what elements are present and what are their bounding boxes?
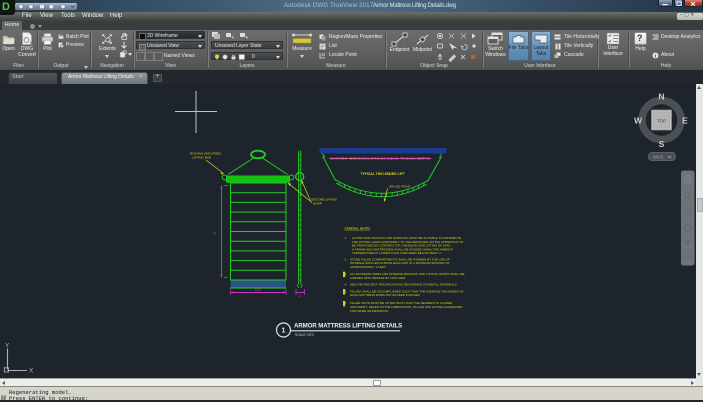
svg-text:SCALE: NTS: SCALE: NTS <box>295 333 314 337</box>
svg-text:E: E <box>682 116 688 126</box>
svg-text:TOP: TOP <box>657 119 666 124</box>
svg-text:9": 9" <box>299 295 302 299</box>
svg-text:TEMPERATURE IS LOWER THAN 0 DE: TEMPERATURE IS LOWER THAN 0 DEGREES BELO… <box>352 251 443 255</box>
svg-text:SEE THE PROJECT SPECIFICATIONS: SEE THE PROJECT SPECIFICATIONS REGARDING… <box>350 283 458 287</box>
svg-text:8': 8' <box>213 231 217 234</box>
svg-text:ARMOR MATTRESS LIFTING DETAILS: ARMOR MATTRESS LIFTING DETAILS <box>294 323 402 330</box>
svg-text:X: X <box>29 368 34 375</box>
svg-text:W: W <box>634 116 643 126</box>
svg-text:SPLICE POINT: SPLICE POINT <box>389 185 410 189</box>
svg-text:WCS: WCS <box>653 155 663 160</box>
svg-text:GENERAL NOTES: GENERAL NOTES <box>345 226 371 230</box>
svg-text:APPROXIMATELY 4 FEET.: APPROXIMATELY 4 FEET. <box>350 265 387 269</box>
svg-text:S: S <box>659 139 665 149</box>
svg-text:1: 1 <box>282 328 286 335</box>
svg-text:LIFTING BAR: LIFTING BAR <box>192 156 212 160</box>
svg-text:FOR MORE INFORMATION.: FOR MORE INFORMATION. <box>350 309 389 313</box>
svg-text:HOOP: HOOP <box>313 202 322 206</box>
svg-text:8'-0": 8'-0" <box>255 288 261 292</box>
svg-text:Y: Y <box>5 343 10 350</box>
svg-text:EACH MATTRESS DOES NOT EXCEED: EACH MATTRESS DOES NOT EXCEED 8 INCHES. <box>350 293 421 297</box>
svg-text:4.: 4. <box>345 283 348 287</box>
svg-text:1.: 1. <box>345 236 348 240</box>
svg-text:2.: 2. <box>345 257 348 261</box>
svg-text:UNIFORM IMMERSION SPACING EQUA: UNIFORM IMMERSION SPACING EQUAL TO EACH … <box>331 157 429 161</box>
svg-text:FORMED WITH TENSAR BX 1200 GRI: FORMED WITH TENSAR BX 1200 GRID. <box>350 276 406 280</box>
svg-text:N: N <box>658 92 664 102</box>
svg-text:TYPICAL TWO-ENDED LIFT: TYPICAL TWO-ENDED LIFT <box>360 172 405 176</box>
